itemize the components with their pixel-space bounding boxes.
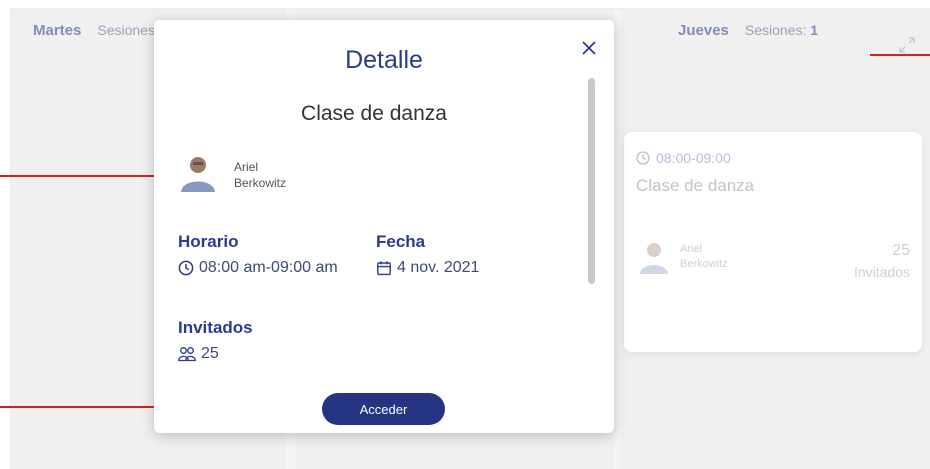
class-name: Clase de danza bbox=[301, 102, 447, 125]
people-icon bbox=[178, 347, 196, 362]
fecha-value: 4 nov. 2021 bbox=[376, 259, 479, 277]
sessions-label: Sesiones: bbox=[97, 22, 159, 38]
session-card[interactable]: 08:00-09:00 Clase de danza Ariel Berkowi… bbox=[624, 132, 922, 352]
host-first-name: Ariel bbox=[680, 243, 703, 255]
session-time-text: 08:00-09:00 bbox=[656, 150, 731, 166]
avatar bbox=[178, 152, 218, 192]
sessions-counter: Sesiones: 1 bbox=[745, 22, 818, 38]
acceder-button[interactable]: Acceder bbox=[322, 393, 445, 425]
sessions-label: Sesiones: bbox=[744, 22, 807, 38]
guest-count-label: Invitados bbox=[853, 264, 910, 280]
guest-count: 25 bbox=[892, 242, 910, 259]
session-time: 08:00-09:00 bbox=[636, 150, 731, 166]
host-last-name: Berkowitz bbox=[680, 258, 728, 270]
day-name: Jueves bbox=[678, 22, 729, 39]
annotation-line bbox=[870, 54, 930, 56]
host-last-name: Berkowitz bbox=[234, 176, 287, 190]
host-name: Ariel Berkowitz bbox=[234, 159, 286, 191]
horario-label: Horario bbox=[178, 232, 239, 251]
fecha-label: Fecha bbox=[376, 232, 426, 251]
column-header-martes: Martes Sesiones: bbox=[33, 22, 159, 39]
modal-title: Detalle bbox=[345, 46, 423, 74]
column-header-jueves: Jueves Sesiones: 1 bbox=[678, 22, 818, 39]
session-title: Clase de danza bbox=[636, 176, 755, 195]
invitados-text: 25 bbox=[201, 345, 219, 362]
annotation-line bbox=[0, 175, 162, 177]
calendar-icon bbox=[377, 261, 391, 276]
invitados-label: Invitados bbox=[178, 318, 253, 337]
clock-icon bbox=[178, 260, 194, 276]
detail-modal: Detalle Clase de danza Ariel Berkowitz H… bbox=[154, 20, 614, 433]
host-name: Ariel Berkowitz bbox=[680, 242, 728, 272]
horario-value: 08:00 am-09:00 am bbox=[178, 259, 338, 277]
fecha-text: 4 nov. 2021 bbox=[397, 259, 480, 276]
close-icon[interactable] bbox=[579, 38, 599, 58]
expand-icon[interactable] bbox=[898, 36, 916, 54]
clock-icon bbox=[636, 151, 650, 165]
invitados-value: 25 bbox=[178, 345, 219, 363]
screen: Martes Sesiones: Jueves Sesiones: 1 08:0… bbox=[0, 0, 930, 469]
horario-text: 08:00 am-09:00 am bbox=[199, 259, 338, 276]
avatar bbox=[640, 243, 668, 274]
day-name: Martes bbox=[33, 22, 82, 39]
sessions-count: 1 bbox=[810, 22, 819, 38]
host-first-name: Ariel bbox=[234, 160, 259, 174]
